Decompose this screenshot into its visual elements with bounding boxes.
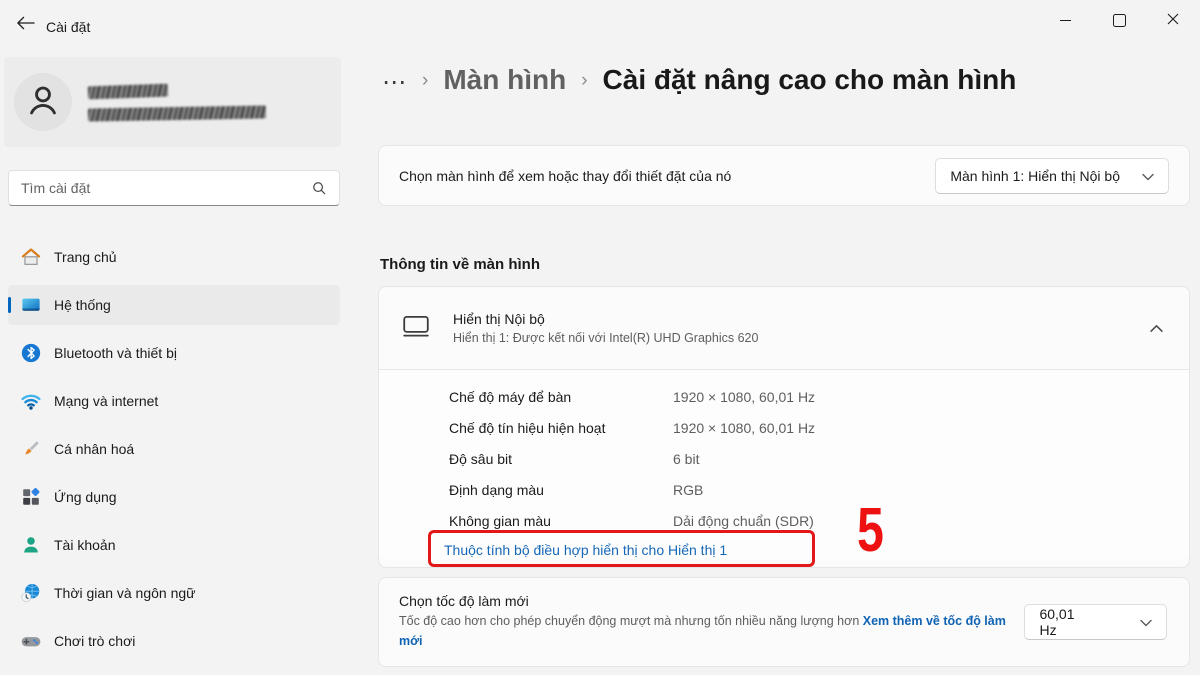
refresh-rate-dropdown[interactable]: 60,01 Hz xyxy=(1024,604,1167,640)
display-info-details: Chế độ máy để bàn 1920 × 1080, 60,01 Hz … xyxy=(379,370,1189,560)
maximize-icon xyxy=(1113,14,1126,27)
gamepad-icon xyxy=(20,630,42,652)
search-input[interactable] xyxy=(9,180,312,196)
apps-icon xyxy=(20,486,42,508)
detail-row-color-space: Không gian màu Dải động chuẩn (SDR) xyxy=(449,505,1189,536)
minimize-button[interactable] xyxy=(1038,0,1092,40)
detail-value: Dải động chuẩn (SDR) xyxy=(673,513,814,529)
detail-value: 1920 × 1080, 60,01 Hz xyxy=(673,389,815,405)
close-icon xyxy=(1167,13,1179,28)
detail-label: Không gian màu xyxy=(449,513,673,529)
monitor-icon xyxy=(401,313,431,344)
sidebar-item-label: Bluetooth và thiết bị xyxy=(54,345,177,361)
breadcrumb-ellipsis[interactable]: ⋯ xyxy=(382,65,407,95)
back-button[interactable] xyxy=(8,10,42,38)
refresh-rate-title: Chọn tốc độ làm mới xyxy=(399,593,1024,609)
annotation-step-number: 5 xyxy=(857,500,884,562)
detail-row-desktop-mode: Chế độ máy để bàn 1920 × 1080, 60,01 Hz xyxy=(449,381,1189,412)
sidebar-item-apps[interactable]: Ứng dụng xyxy=(8,477,340,517)
close-button[interactable] xyxy=(1146,0,1200,40)
avatar xyxy=(14,73,72,131)
redacted-name-line xyxy=(88,83,168,99)
breadcrumb-parent[interactable]: Màn hình xyxy=(443,64,566,96)
breadcrumb-separator-icon: › xyxy=(422,68,428,92)
account-person-icon xyxy=(20,534,42,556)
back-arrow-icon xyxy=(16,16,35,33)
sidebar-item-accounts[interactable]: Tài khoản xyxy=(8,525,340,565)
detail-label: Chế độ tín hiệu hiện hoạt xyxy=(449,420,673,436)
refresh-rate-card: Chọn tốc độ làm mới Tốc độ cao hơn cho p… xyxy=(378,577,1190,667)
display-select-value: Màn hình 1: Hiển thị Nội bộ xyxy=(950,168,1120,184)
window-controls xyxy=(1038,0,1200,40)
refresh-rate-value: 60,01 Hz xyxy=(1039,606,1094,638)
select-display-label: Chọn màn hình để xem hoặc thay đổi thiết… xyxy=(399,168,731,184)
minimize-icon xyxy=(1060,20,1071,21)
display-adapter-properties-link[interactable]: Thuộc tính bộ điều hợp hiển thị cho Hiển… xyxy=(444,542,727,558)
system-icon xyxy=(20,294,42,316)
user-account-card[interactable] xyxy=(4,57,341,147)
display-name: Hiển thị Nội bộ xyxy=(453,311,758,327)
search-box[interactable] xyxy=(8,170,340,206)
refresh-rate-text: Chọn tốc độ làm mới Tốc độ cao hơn cho p… xyxy=(399,593,1024,651)
maximize-button[interactable] xyxy=(1092,0,1146,40)
window-title: Cài đặt xyxy=(46,19,90,35)
select-display-card: Chọn màn hình để xem hoặc thay đổi thiết… xyxy=(378,145,1190,206)
display-info-titles: Hiển thị Nội bộ Hiển thị 1: Được kết nối… xyxy=(453,311,758,345)
chevron-up-icon[interactable] xyxy=(1150,324,1163,333)
time-language-icon xyxy=(20,582,42,604)
display-info-card: Hiển thị Nội bộ Hiển thị 1: Được kết nối… xyxy=(378,286,1190,568)
sidebar-item-system[interactable]: Hệ thống xyxy=(8,285,340,325)
sidebar-item-gaming[interactable]: Chơi trò chơi xyxy=(8,621,340,661)
refresh-rate-description: Tốc độ cao hơn cho phép chuyển động mượt… xyxy=(399,612,1024,651)
selected-indicator xyxy=(8,297,11,313)
refresh-rate-description-text: Tốc độ cao hơn cho phép chuyển động mượt… xyxy=(399,614,863,628)
chevron-down-icon xyxy=(1140,614,1152,630)
chevron-down-icon xyxy=(1142,168,1154,184)
sidebar-item-home[interactable]: Trang chủ xyxy=(8,237,340,277)
sidebar-item-label: Cá nhân hoá xyxy=(54,441,134,457)
sidebar-item-label: Mạng và internet xyxy=(54,393,158,409)
home-icon xyxy=(20,246,42,268)
detail-value: 1920 × 1080, 60,01 Hz xyxy=(673,420,815,436)
detail-label: Định dạng màu xyxy=(449,482,673,498)
sidebar-nav: Trang chủ Hệ thống Bluetooth và thiết bị… xyxy=(8,237,340,669)
detail-row-active-signal-mode: Chế độ tín hiệu hiện hoạt 1920 × 1080, 6… xyxy=(449,412,1189,443)
section-title: Thông tin về màn hình xyxy=(380,256,540,273)
breadcrumb-separator-icon: › xyxy=(581,68,587,92)
sidebar-item-personalization[interactable]: Cá nhân hoá xyxy=(8,429,340,469)
bluetooth-icon xyxy=(20,342,42,364)
page-title: Cài đặt nâng cao cho màn hình xyxy=(603,64,1017,96)
detail-value: 6 bit xyxy=(673,451,699,467)
detail-row-color-format: Định dạng màu RGB xyxy=(449,474,1189,505)
titlebar: Cài đặt xyxy=(0,0,1200,48)
sidebar-item-network-internet[interactable]: Mạng và internet xyxy=(8,381,340,421)
paintbrush-icon xyxy=(20,438,42,460)
person-icon xyxy=(25,82,61,123)
sidebar-item-label: Chơi trò chơi xyxy=(54,633,135,649)
detail-label: Chế độ máy để bàn xyxy=(449,389,673,405)
sidebar-item-label: Hệ thống xyxy=(54,297,111,313)
sidebar-item-label: Trang chủ xyxy=(54,249,117,265)
adapter-link-row: Thuộc tính bộ điều hợp hiển thị cho Hiển… xyxy=(444,542,1189,560)
sidebar-item-time-language[interactable]: Thời gian và ngôn ngữ xyxy=(8,573,340,613)
wifi-icon xyxy=(20,390,42,412)
redacted-user-name xyxy=(88,85,266,120)
display-info-header[interactable]: Hiển thị Nội bộ Hiển thị 1: Được kết nối… xyxy=(379,287,1189,369)
sidebar-item-label: Tài khoản xyxy=(54,537,115,553)
breadcrumb: ⋯ › Màn hình › Cài đặt nâng cao cho màn … xyxy=(382,64,1016,96)
detail-label: Độ sâu bit xyxy=(449,451,673,467)
display-connection-info: Hiển thị 1: Được kết nối với Intel(R) UH… xyxy=(453,331,758,345)
sidebar-item-label: Thời gian và ngôn ngữ xyxy=(54,585,196,601)
detail-value: RGB xyxy=(673,482,703,498)
search-icon[interactable] xyxy=(312,181,327,196)
sidebar-item-bluetooth-devices[interactable]: Bluetooth và thiết bị xyxy=(8,333,340,373)
display-select-dropdown[interactable]: Màn hình 1: Hiển thị Nội bộ xyxy=(935,158,1169,194)
sidebar-item-label: Ứng dụng xyxy=(54,489,117,505)
redacted-email-line xyxy=(88,105,266,121)
settings-window: Cài đặt T xyxy=(0,0,1200,675)
detail-row-bit-depth: Độ sâu bit 6 bit xyxy=(449,443,1189,474)
